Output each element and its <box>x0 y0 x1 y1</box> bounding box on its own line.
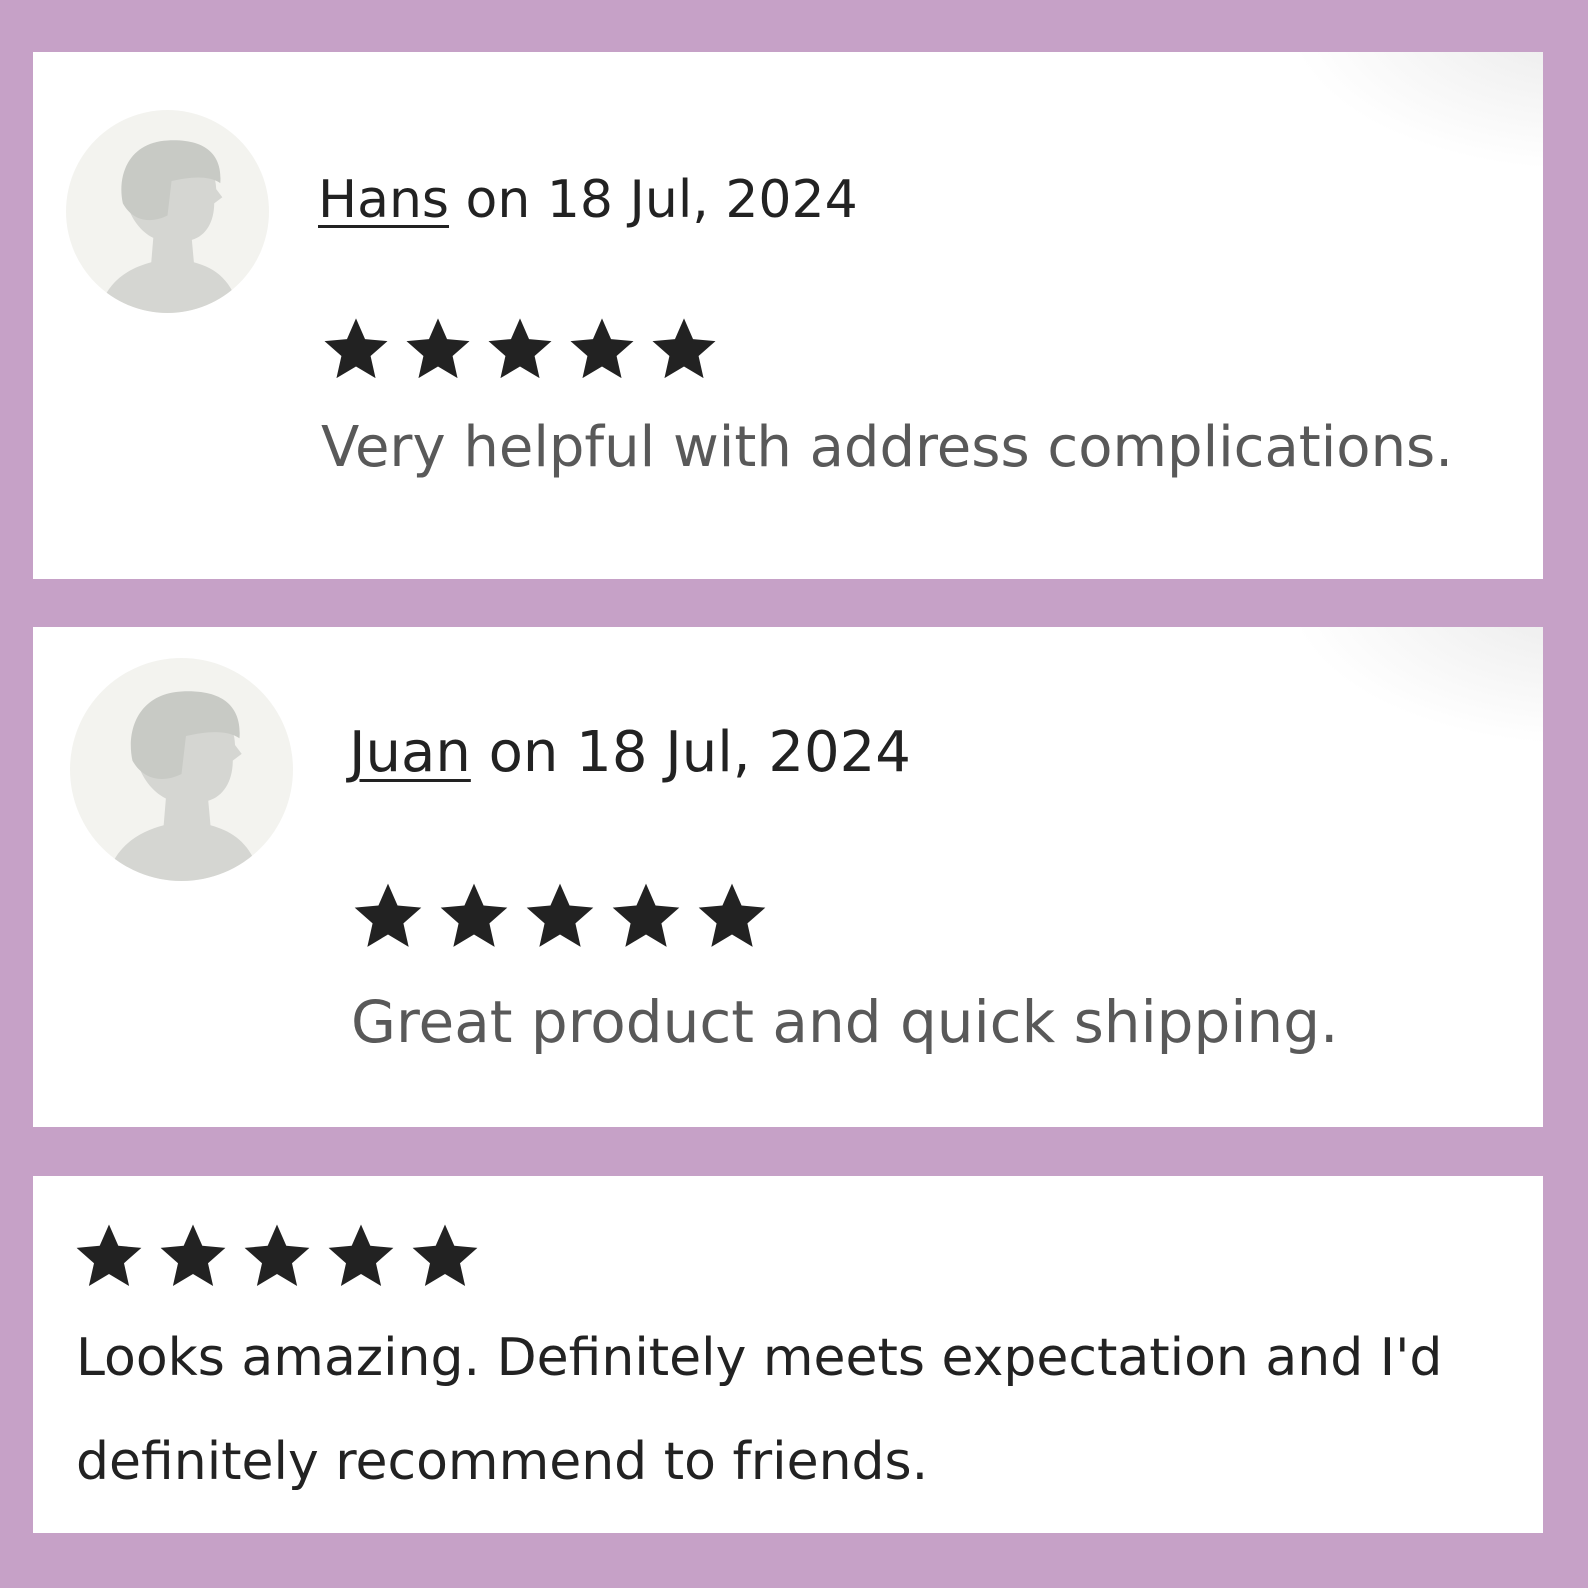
review-card: Looks amazing. Definitely meets expectat… <box>33 1176 1543 1533</box>
review-header: Hans on 18 Jul, 2024 <box>318 174 858 226</box>
star-icon <box>76 1224 142 1286</box>
star-rating <box>321 314 719 384</box>
review-card: Hans on 18 Jul, 2024 Very helpful with a… <box>33 52 1543 579</box>
star-icon <box>412 1224 478 1286</box>
star-icon <box>698 883 766 947</box>
review-text: Great product and quick shipping. <box>351 988 1339 1056</box>
star-icon <box>160 1224 226 1286</box>
reviewer-name-link[interactable]: Juan <box>349 720 471 785</box>
star-icon <box>570 318 634 379</box>
review-header: Juan on 18 Jul, 2024 <box>349 725 911 781</box>
star-icon <box>324 318 388 379</box>
star-icon <box>328 1224 394 1286</box>
reviewer-name-link[interactable]: Hans <box>318 170 449 230</box>
review-date: on 18 Jul, 2024 <box>470 720 911 785</box>
user-avatar-svg <box>98 140 241 313</box>
star-icon <box>612 883 680 947</box>
star-icon <box>488 318 552 379</box>
star-icon <box>354 883 422 947</box>
star-icon <box>440 883 508 947</box>
review-card: Juan on 18 Jul, 2024 Great product and q… <box>33 627 1543 1127</box>
star-icon <box>406 318 470 379</box>
user-avatar-icon[interactable] <box>70 658 293 881</box>
star-icon <box>526 883 594 947</box>
review-text: Very helpful with address complications. <box>321 415 1454 480</box>
user-avatar-icon[interactable] <box>66 110 269 313</box>
star-rating <box>73 1220 481 1292</box>
star-icon <box>652 318 716 379</box>
review-text: Looks amazing. Definitely meets expectat… <box>76 1328 1443 1492</box>
star-icon <box>244 1224 310 1286</box>
star-rating <box>351 879 769 953</box>
review-date: on 18 Jul, 2024 <box>449 170 858 230</box>
user-avatar-svg <box>105 691 262 881</box>
